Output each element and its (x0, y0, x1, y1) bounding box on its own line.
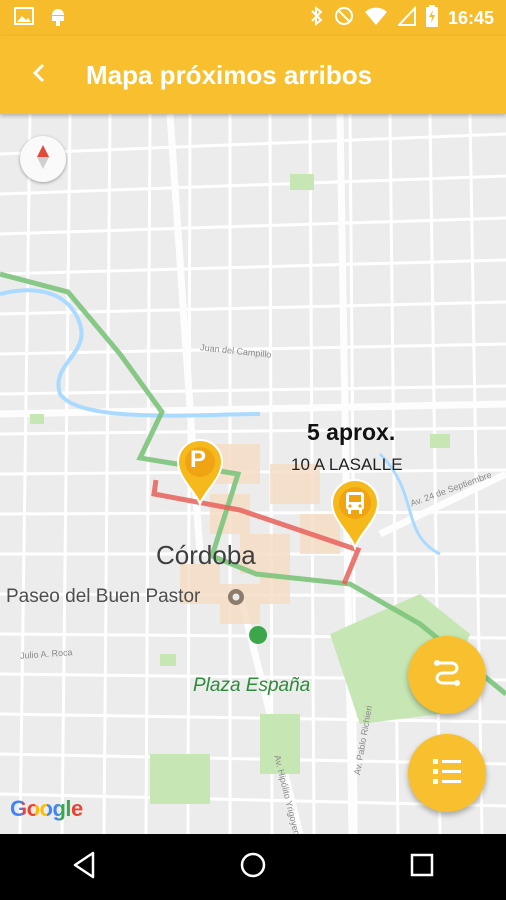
compass-icon (36, 144, 50, 174)
arrival-time: 5 aprox. (307, 419, 396, 445)
map-base (0, 114, 506, 834)
parking-letter: P (190, 446, 207, 473)
compass-button[interactable] (20, 136, 66, 182)
clock: 16:45 (447, 7, 494, 28)
list-icon (429, 753, 465, 794)
nav-back-button[interactable] (54, 842, 114, 892)
route-icon (429, 655, 465, 696)
signal-icon (396, 4, 416, 31)
wifi-icon (364, 6, 388, 31)
bluetooth-icon (310, 5, 324, 31)
map-view[interactable]: Juan del Campillo Julio A. Roca Av. 24 d… (0, 114, 506, 834)
back-button[interactable] (14, 36, 64, 114)
bus-line-label: 10 A LASALLE (291, 455, 403, 474)
image-icon (14, 6, 34, 30)
list-button[interactable] (408, 734, 486, 812)
android-icon (48, 6, 68, 31)
recents-square-icon (409, 852, 435, 883)
parking-marker[interactable]: P (176, 438, 224, 511)
google-attribution: Google (10, 796, 83, 822)
bus-marker[interactable] (330, 478, 380, 555)
nav-recents-button[interactable] (392, 842, 452, 892)
city-label: Córdoba (156, 540, 256, 570)
app-bar: Mapa próximos arribos (0, 36, 506, 114)
status-bar: 16:45 (0, 0, 506, 36)
back-triangle-icon (71, 851, 97, 884)
page-title: Mapa próximos arribos (86, 59, 373, 90)
home-circle-icon (239, 851, 267, 884)
route-button[interactable] (408, 636, 486, 714)
google-logo-text: Google (10, 796, 83, 821)
nav-home-button[interactable] (223, 842, 283, 892)
do-not-disturb-icon (334, 6, 354, 31)
bus-icon (342, 490, 368, 521)
plaza-label: Plaza España (193, 675, 311, 696)
poi-label: Paseo del Buen Pastor (6, 586, 201, 607)
back-arrow-icon (31, 63, 47, 88)
system-nav-bar (0, 834, 506, 900)
battery-charging-icon (425, 4, 438, 32)
